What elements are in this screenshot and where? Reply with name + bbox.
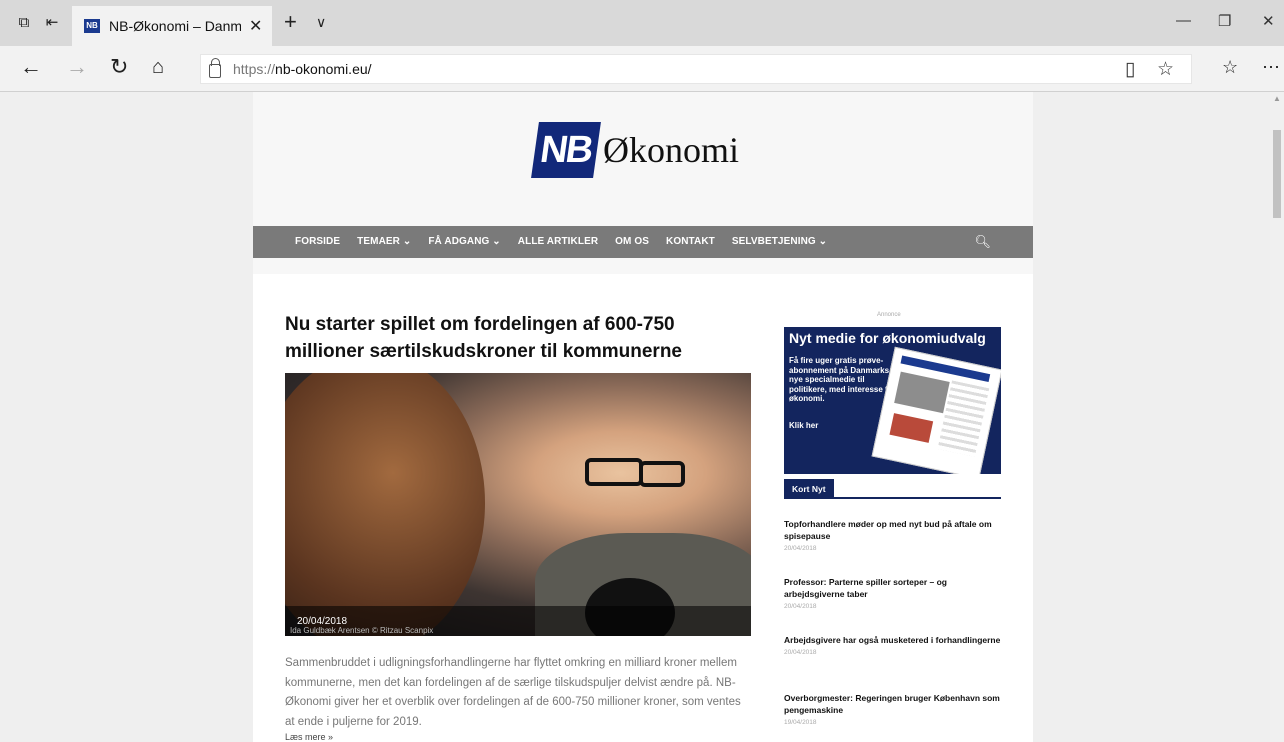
new-tab-icon[interactable]: + [284,11,297,33]
article-hero-image[interactable]: 20/04/2018 Ida Guldbæk Arentsen © Ritzau… [285,373,751,636]
menu-item-faa-adgang[interactable]: FÅ ADGANG ⌄ [428,226,500,258]
url-text: https://nb-okonomi.eu/ [233,61,372,77]
ad-label: Annonce [877,312,901,318]
news-date: 20/04/2018 [784,649,817,656]
tab-bar: ⧉ ⇤ NB NB-Økonomi – Danmar ✕ + ∨ — ❐ ✕ [0,0,1284,46]
site-logo[interactable]: NB Økonomi [531,122,740,178]
refresh-icon[interactable]: ↻ [110,55,128,79]
news-date: 20/04/2018 [784,603,817,610]
ad-screenshot-image [871,346,1001,474]
menu-item-alle-artikler[interactable]: ALLE ARTIKLER [518,226,598,258]
address-bar[interactable]: https://nb-okonomi.eu/ ▯ ☆ [200,54,1192,84]
tab-title: NB-Økonomi – Danmar [109,18,241,34]
news-date: 20/04/2018 [784,545,817,552]
news-item[interactable]: Overborgmester: Regeringen bruger Københ… [784,692,1004,726]
set-tabs-aside-icon[interactable]: ⇤ [42,13,62,33]
tab-list-chevron-icon[interactable]: ∨ [316,14,326,31]
news-title[interactable]: Arbejdsgivere har også musketered i forh… [784,634,1004,646]
news-item[interactable]: Professor: Parterne spiller sorteper – o… [784,576,1004,610]
ad-title: Nyt medie for økonomiudvalg [789,330,986,346]
menu-item-temaer[interactable]: TEMAER ⌄ [357,226,411,258]
navigation-bar: ← → ↻ ⌂ https://nb-okonomi.eu/ ▯ ☆ ☆ ⋯ [0,46,1284,92]
image-caption: 20/04/2018 Ida Guldbæk Arentsen © Ritzau… [285,606,751,636]
article-headline[interactable]: Nu starter spillet om fordelingen af 600… [285,311,753,365]
main-menu: FORSIDE TEMAER ⌄ FÅ ADGANG ⌄ ALLE ARTIKL… [253,226,1033,260]
home-icon[interactable]: ⌂ [152,55,164,79]
kort-nyt-header: Kort Nyt [784,479,1001,499]
scrollbar[interactable]: ▲ [1270,92,1284,742]
menu-item-om-os[interactable]: OM OS [615,226,649,258]
news-title[interactable]: Overborgmester: Regeringen bruger Københ… [784,692,1004,716]
close-window-icon[interactable]: ✕ [1262,12,1275,30]
page-viewport: ▲ NB Økonomi FORSIDE TEMAER ⌄ FÅ ADGANG … [0,92,1284,742]
back-arrow-icon[interactable]: ← [20,55,42,79]
reading-view-icon[interactable]: ▯ [1125,58,1135,81]
menu-item-forside[interactable]: FORSIDE [284,226,351,260]
image-credit: Ida Guldbæk Arentsen © Ritzau Scanpix [290,626,434,635]
forward-arrow-icon[interactable]: → [66,55,88,79]
kort-nyt-title: Kort Nyt [784,479,834,499]
ad-cta[interactable]: Klik her [789,421,818,430]
news-date: 19/04/2018 [784,719,817,726]
site-favicon-icon: NB [84,19,100,33]
menu-item-selvbetjening[interactable]: SELVBETJENING ⌄ [732,226,827,258]
news-title[interactable]: Topforhandlere møder op med nyt bud på a… [784,518,1004,542]
favorites-hub-icon[interactable]: ☆ [1222,55,1238,79]
browser-chrome: ⧉ ⇤ NB NB-Økonomi – Danmar ✕ + ∨ — ❐ ✕ ←… [0,0,1284,92]
read-more-link[interactable]: Læs mere » [285,732,333,742]
favorite-star-icon[interactable]: ☆ [1157,58,1174,81]
close-tab-icon[interactable]: ✕ [249,16,262,36]
search-icon[interactable]: 🔍︎ [974,234,991,250]
tab-preview-icon[interactable]: ⧉ [14,13,34,33]
advertisement-banner[interactable]: Nyt medie for økonomiudvalg Få fire uger… [784,327,1001,474]
menu-subbar [253,258,1033,274]
article-excerpt: Sammenbruddet i udligningsforhandlingern… [285,657,741,728]
menu-item-kontakt[interactable]: KONTAKT [666,226,715,258]
browser-tab[interactable]: NB NB-Økonomi – Danmar ✕ [72,6,272,46]
site-header: NB Økonomi [253,92,1033,226]
more-options-icon[interactable]: ⋯ [1262,55,1280,79]
news-item[interactable]: Topforhandlere møder op med nyt bud på a… [784,518,1004,552]
logo-mark: NB [531,122,601,178]
scroll-up-icon[interactable]: ▲ [1273,94,1281,103]
news-title[interactable]: Professor: Parterne spiller sorteper – o… [784,576,1004,600]
restore-icon[interactable]: ❐ [1218,12,1231,30]
logo-name: Økonomi [603,130,740,170]
news-item[interactable]: Arbejdsgivere har også musketered i forh… [784,634,1004,656]
site-page: NB Økonomi FORSIDE TEMAER ⌄ FÅ ADGANG ⌄ … [253,92,1033,742]
scroll-thumb[interactable] [1273,130,1281,218]
lock-icon [209,58,221,78]
minimize-icon[interactable]: — [1176,12,1191,29]
